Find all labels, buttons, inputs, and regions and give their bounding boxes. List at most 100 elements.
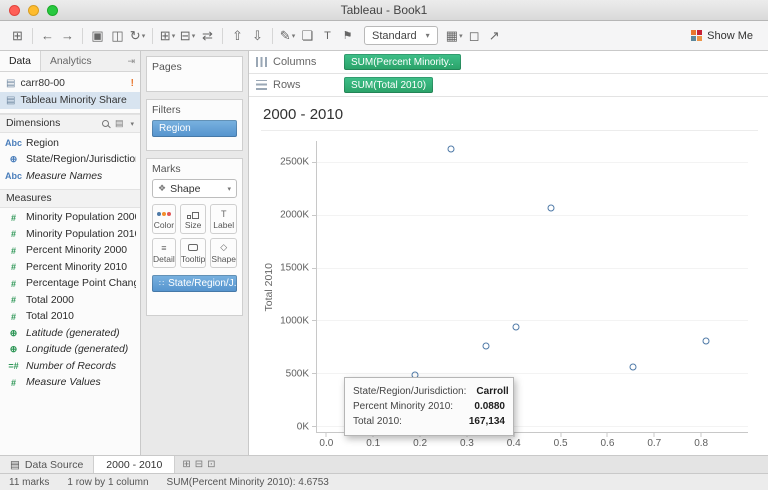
fit-dropdown[interactable]: Standard ▾: [364, 26, 438, 45]
mark-type-dropdown[interactable]: ❖ Shape ▾: [152, 179, 237, 198]
zoom-window-button[interactable]: [47, 5, 58, 16]
data-source-tab[interactable]: ▤ Data Source: [0, 456, 94, 473]
tab-analytics[interactable]: Analytics: [41, 51, 101, 71]
pane-control-icon[interactable]: ⇥: [122, 51, 140, 71]
swap-axes-icon[interactable]: ⇄: [198, 25, 217, 47]
field-label: Percent Minority 2000: [26, 245, 127, 256]
rows-field-pill[interactable]: SUM(Total 2010): [344, 77, 433, 93]
measure-item[interactable]: # Percent Minority 2010: [0, 259, 140, 276]
marks-card: Marks ❖ Shape ▾ Color Size: [146, 158, 243, 316]
rows-shelf[interactable]: Rows SUM(Total 2010): [249, 74, 768, 97]
tableau-logo-icon[interactable]: ⊞: [8, 25, 27, 47]
tooltip-field-label: Total 2010:: [353, 414, 402, 429]
datasource-warning-icon: !: [131, 78, 134, 89]
data-pane: Data Analytics ⇥ ▤ carr80-00 ! ▤ Tableau…: [0, 51, 141, 455]
refresh-icon[interactable]: ↻▾: [128, 25, 147, 47]
filter-pill[interactable]: Region: [152, 120, 237, 137]
datasource-item[interactable]: ▤ carr80-00 !: [0, 75, 140, 92]
toolbar-separator: [32, 28, 33, 44]
duplicate-sheet-icon[interactable]: ⊟▾: [178, 25, 197, 47]
presentation-mode-icon[interactable]: ◻: [465, 25, 484, 47]
measure-item[interactable]: ⊕ Longitude (generated): [0, 342, 140, 359]
field-label: Measure Names: [26, 171, 102, 182]
field-type-icon: #: [4, 378, 23, 388]
scatter-point[interactable]: [630, 363, 637, 370]
y-axis-title[interactable]: Total 2010: [263, 263, 275, 311]
columns-shelf[interactable]: Columns SUM(Percent Minority..: [249, 51, 768, 74]
search-icon[interactable]: [102, 120, 109, 127]
measure-item[interactable]: # Measure Values: [0, 375, 140, 392]
show-me-label: Show Me: [707, 30, 753, 42]
scatter-point[interactable]: [482, 342, 489, 349]
show-me-button[interactable]: Show Me: [684, 28, 760, 44]
sheet-column: Columns SUM(Percent Minority.. Rows SUM(…: [249, 51, 768, 455]
new-datasource-icon[interactable]: ◫: [108, 25, 127, 47]
dropdown-caret-icon: ▾: [172, 32, 176, 40]
field-label: Total 2010: [26, 311, 74, 322]
share-icon[interactable]: ↗: [485, 25, 504, 47]
field-type-icon: #: [4, 279, 23, 289]
detail-button[interactable]: ≡ Detail: [152, 238, 176, 268]
sort-ascending-icon[interactable]: ⇧: [228, 25, 247, 47]
sort-descending-icon[interactable]: ⇩: [248, 25, 267, 47]
sheet-tab[interactable]: 2000 - 2010: [94, 456, 175, 473]
measure-item[interactable]: # Percentage Point Change i...: [0, 276, 140, 293]
measure-item[interactable]: =# Number of Records: [0, 358, 140, 375]
tooltip-field-value: 167,134: [469, 414, 505, 429]
datasource-item[interactable]: ▤ Tableau Minority Share (...: [0, 92, 140, 109]
y-axis-ticks[interactable]: 0K500K1000K1500K2000K2500K: [276, 141, 316, 433]
color-button[interactable]: Color: [152, 204, 176, 234]
marks-card-title: Marks: [152, 163, 237, 175]
show-hide-cards-icon[interactable]: ▦▾: [445, 25, 464, 47]
minimize-window-button[interactable]: [28, 5, 39, 16]
scatter-point[interactable]: [447, 146, 454, 153]
scatter-point[interactable]: [513, 323, 520, 330]
field-type-icon: #: [4, 262, 23, 272]
redo-icon[interactable]: →: [58, 25, 77, 47]
tooltip-button[interactable]: Tooltip: [180, 238, 207, 268]
measure-item[interactable]: # Total 2000: [0, 292, 140, 309]
tooltip-field-value: 0.0880: [474, 399, 505, 414]
dropdown-caret-icon: ▾: [192, 32, 196, 40]
highlight-icon[interactable]: ✎▾: [278, 25, 297, 47]
pages-card-title: Pages: [152, 61, 237, 73]
measure-item[interactable]: ⊕ Latitude (generated): [0, 325, 140, 342]
dimension-item[interactable]: Abc Measure Names: [0, 168, 140, 185]
measure-item[interactable]: # Percent Minority 2000: [0, 243, 140, 260]
columns-field-pill[interactable]: SUM(Percent Minority..: [344, 54, 461, 70]
datasource-icon: ▤: [6, 95, 15, 106]
measure-item[interactable]: # Minority Population 2000: [0, 210, 140, 227]
new-dashboard-tab-icon[interactable]: ⊟: [195, 459, 203, 470]
dimension-item[interactable]: Abc Region: [0, 135, 140, 152]
dimension-item[interactable]: ⊕ State/Region/Jurisdiction: [0, 152, 140, 169]
shape-button-label: Shape: [211, 254, 236, 264]
label-button[interactable]: T Label: [210, 204, 237, 234]
new-story-tab-icon[interactable]: ⊡: [207, 459, 215, 470]
marks-pill-list: ∷ State/Region/J..: [152, 275, 237, 292]
save-icon[interactable]: ▣: [88, 25, 107, 47]
fix-axes-icon[interactable]: ⚑: [338, 25, 357, 47]
y-tick-mark: [312, 320, 317, 321]
scatter-point[interactable]: [548, 205, 555, 212]
field-label: Region: [26, 138, 59, 149]
new-worksheet-icon[interactable]: ⊞▾: [158, 25, 177, 47]
new-worksheet-tab-icon[interactable]: ⊞: [182, 459, 190, 470]
marks-pill[interactable]: ∷ State/Region/J..: [152, 275, 237, 292]
tab-data[interactable]: Data: [0, 51, 41, 71]
shape-button[interactable]: ◇ Shape: [210, 238, 237, 268]
close-window-button[interactable]: [9, 5, 20, 16]
show-mark-labels-icon[interactable]: T: [318, 25, 337, 47]
tooltip-field-label: Percent Minority 2010:: [353, 399, 453, 414]
view-menu-icon[interactable]: ▤: [115, 118, 124, 129]
tooltip-field-label: State/Region/Jurisdiction:: [353, 384, 466, 399]
group-members-icon[interactable]: ❏: [298, 25, 317, 47]
measure-item[interactable]: # Total 2010: [0, 309, 140, 326]
main-area: Data Analytics ⇥ ▤ carr80-00 ! ▤ Tableau…: [0, 51, 768, 456]
field-type-icon: ⊕: [4, 328, 23, 339]
scatter-point[interactable]: [702, 338, 709, 345]
measure-item[interactable]: # Minority Population 2010: [0, 226, 140, 243]
undo-icon[interactable]: ←: [38, 25, 57, 47]
gridline: [317, 320, 748, 321]
measures-header-label: Measures: [6, 193, 52, 204]
size-button[interactable]: Size: [180, 204, 207, 234]
